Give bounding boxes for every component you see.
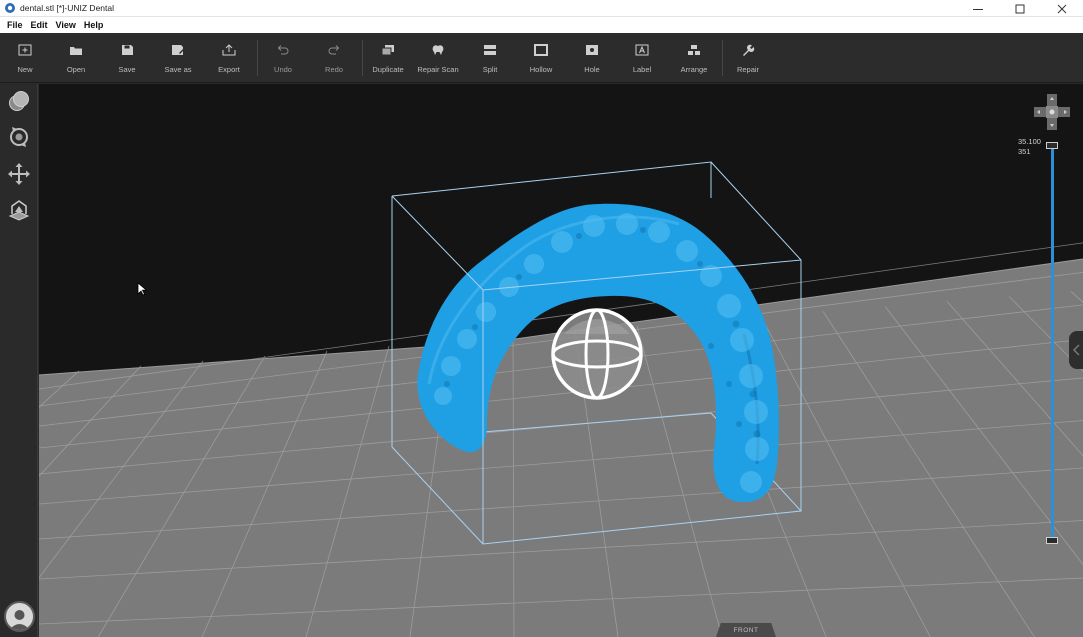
save-as-label: Save as bbox=[164, 65, 192, 74]
minimize-button[interactable] bbox=[957, 0, 999, 17]
repair-label: Repair bbox=[736, 65, 760, 74]
hollow-icon bbox=[534, 44, 548, 56]
redo-label: Redo bbox=[325, 65, 343, 74]
height-value: 35.100 bbox=[1018, 137, 1041, 146]
undo-button[interactable]: Undo bbox=[270, 33, 296, 83]
hole-icon bbox=[586, 45, 598, 55]
export-icon bbox=[222, 44, 236, 56]
layer-value: 351 bbox=[1018, 147, 1031, 156]
left-sidebar bbox=[0, 84, 38, 637]
split-button[interactable]: Split bbox=[477, 33, 503, 83]
close-button[interactable] bbox=[1041, 0, 1083, 17]
title-bar: dental.stl [*]-UNIZ Dental bbox=[0, 0, 1083, 17]
export-label: Export bbox=[218, 65, 240, 74]
layer-slider-track[interactable] bbox=[1051, 146, 1054, 541]
redo-icon bbox=[328, 45, 340, 55]
side-panel-toggle[interactable] bbox=[1069, 331, 1083, 369]
open-label: Open bbox=[66, 65, 86, 74]
duplicate-button[interactable]: Duplicate bbox=[369, 33, 407, 83]
chevron-left-icon bbox=[1072, 344, 1080, 356]
layer-slider-top-handle[interactable] bbox=[1046, 142, 1058, 149]
repair-scan-button[interactable]: Repair Scan bbox=[416, 33, 460, 83]
menu-edit[interactable]: Edit bbox=[27, 20, 52, 30]
save-as-button[interactable]: Save as bbox=[160, 33, 196, 83]
label-button[interactable]: Label bbox=[629, 33, 655, 83]
menu-bar: File Edit View Help bbox=[0, 17, 1083, 33]
split-label: Split bbox=[482, 65, 498, 74]
save-button[interactable]: Save bbox=[114, 33, 140, 83]
view-shading-icon bbox=[9, 91, 29, 111]
repair-scan-label: Repair Scan bbox=[417, 65, 459, 74]
platform-icon bbox=[8, 200, 30, 221]
repair-button[interactable]: Repair bbox=[734, 33, 762, 83]
layer-height-readout: 35.100 351 bbox=[1018, 137, 1041, 157]
save-label: Save bbox=[118, 65, 136, 74]
mouse-cursor-icon bbox=[137, 282, 147, 296]
hollow-button[interactable]: Hollow bbox=[526, 33, 556, 83]
hollow-label: Hollow bbox=[529, 65, 553, 74]
rotate-button[interactable] bbox=[6, 124, 32, 150]
toolbar-separator bbox=[362, 40, 363, 76]
rotate-icon bbox=[10, 127, 28, 147]
rotation-gizmo[interactable] bbox=[551, 308, 643, 400]
arrange-icon bbox=[688, 45, 700, 55]
toolbar-separator bbox=[257, 40, 258, 76]
save-as-icon bbox=[172, 45, 184, 55]
tooth-icon bbox=[432, 45, 444, 55]
undo-icon bbox=[277, 45, 289, 55]
folder-open-icon bbox=[70, 47, 82, 55]
duplicate-label: Duplicate bbox=[372, 65, 404, 74]
menu-view[interactable]: View bbox=[52, 20, 80, 30]
save-icon bbox=[121, 45, 133, 55]
toolbar-separator bbox=[722, 40, 723, 76]
layer-slider-bottom-handle[interactable] bbox=[1046, 537, 1058, 544]
window-title: dental.stl [*]-UNIZ Dental bbox=[20, 3, 115, 13]
new-button[interactable]: New bbox=[12, 33, 38, 83]
view-navigation-widget[interactable] bbox=[1034, 94, 1070, 130]
view-shading-button[interactable] bbox=[6, 88, 32, 114]
maximize-icon bbox=[1015, 4, 1025, 13]
platform-button[interactable] bbox=[6, 197, 32, 223]
menu-file[interactable]: File bbox=[3, 20, 27, 30]
undo-label: Undo bbox=[274, 65, 292, 74]
redo-button[interactable]: Redo bbox=[321, 33, 347, 83]
duplicate-icon bbox=[381, 45, 394, 56]
open-button[interactable]: Open bbox=[62, 33, 90, 83]
3d-viewport[interactable]: 35.100 351 FRONT bbox=[39, 84, 1083, 637]
menu-help[interactable]: Help bbox=[80, 20, 108, 30]
arrange-label: Arrange bbox=[680, 65, 708, 74]
split-icon bbox=[484, 45, 496, 55]
scene bbox=[39, 161, 1083, 637]
export-button[interactable]: Export bbox=[214, 33, 244, 83]
account-button[interactable] bbox=[4, 601, 35, 632]
arrange-button[interactable]: Arrange bbox=[677, 33, 711, 83]
front-label: FRONT bbox=[716, 623, 776, 637]
toolbar: New Open Save Save as Export Undo Redo D… bbox=[0, 33, 1083, 83]
uniz-dental-window: dental.stl [*]-UNIZ Dental File Edit Vie… bbox=[0, 0, 1083, 637]
close-icon bbox=[1057, 4, 1067, 13]
hole-label: Hole bbox=[584, 65, 600, 74]
window-controls bbox=[957, 0, 1083, 17]
hole-button[interactable]: Hole bbox=[579, 33, 605, 83]
account-icon bbox=[9, 610, 30, 630]
new-label: New bbox=[17, 65, 33, 74]
minimize-icon bbox=[973, 8, 983, 10]
wrench-icon bbox=[743, 44, 755, 56]
maximize-button[interactable] bbox=[999, 0, 1041, 17]
app-icon bbox=[5, 3, 15, 13]
move-button[interactable] bbox=[6, 161, 32, 187]
label-icon bbox=[635, 44, 649, 56]
move-icon bbox=[8, 163, 30, 185]
new-icon bbox=[18, 44, 32, 56]
label-label: Label bbox=[632, 65, 652, 74]
